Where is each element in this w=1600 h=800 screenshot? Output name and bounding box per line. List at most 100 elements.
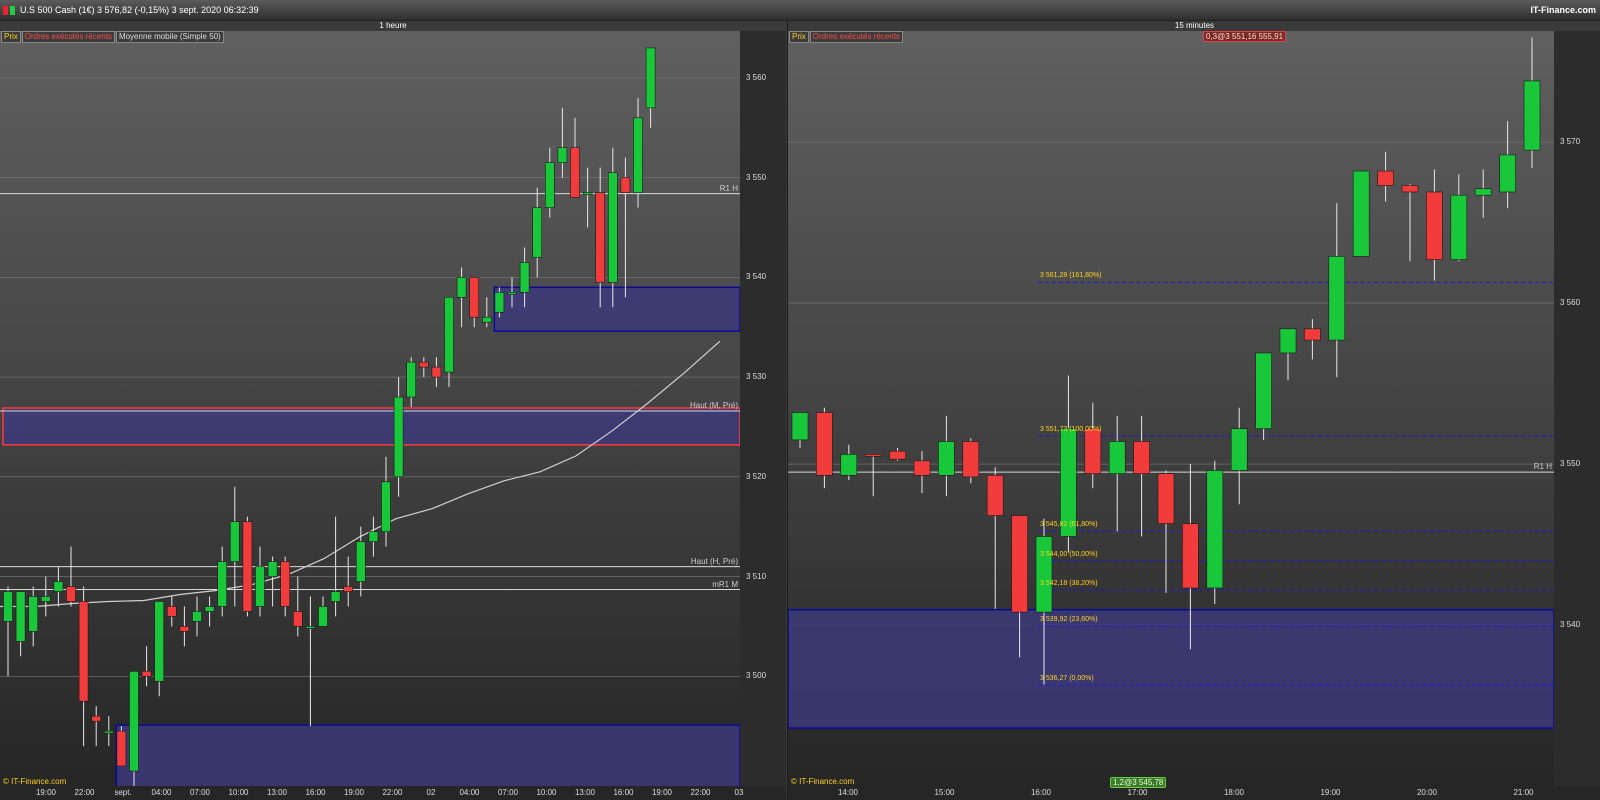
price-axis[interactable]: 3 570 3 560 3 550 3 540 [1554, 31, 1600, 786]
candle[interactable] [645, 47, 656, 109]
candle[interactable] [1255, 352, 1272, 429]
order-badge-top[interactable]: 0,3@3 551,16 555,91 [1203, 31, 1287, 42]
candle[interactable] [1499, 154, 1516, 193]
candle[interactable] [154, 601, 164, 682]
candle[interactable] [444, 296, 454, 373]
candle[interactable] [1304, 328, 1321, 341]
candle[interactable] [791, 412, 809, 441]
candle[interactable] [570, 147, 580, 198]
candle[interactable] [3, 591, 13, 622]
candle[interactable] [129, 671, 139, 772]
candle[interactable] [1133, 441, 1150, 474]
candle[interactable] [368, 531, 379, 542]
candle[interactable] [840, 454, 858, 476]
candle[interactable] [1377, 170, 1394, 186]
tab-price[interactable]: Prix [789, 31, 809, 43]
candle[interactable] [1035, 536, 1053, 613]
price-axis[interactable]: 3 560 3 550 3 540 3 530 3 520 3 510 3 500 [740, 31, 786, 786]
candlestick-chart[interactable] [788, 31, 1554, 786]
support-resistance-zone[interactable] [115, 724, 740, 786]
candle[interactable] [633, 117, 643, 193]
candle[interactable] [204, 606, 215, 612]
candle[interactable] [381, 481, 391, 532]
tab-recent-orders[interactable]: Ordres exécutés récents [809, 31, 903, 43]
candle[interactable] [1230, 428, 1248, 471]
candle[interactable] [267, 561, 278, 577]
support-resistance-zone[interactable] [788, 608, 1554, 729]
candle[interactable] [192, 611, 202, 622]
candle[interactable] [962, 441, 980, 478]
candle[interactable] [1328, 256, 1346, 341]
candle[interactable] [481, 316, 492, 323]
candle[interactable] [456, 277, 467, 298]
candlestick-chart[interactable] [0, 31, 740, 786]
price-plot-area[interactable]: R1 H Haut (M, Pré) Haut (H, Pré) mR1 M [0, 31, 740, 786]
candle[interactable] [532, 207, 543, 258]
candle[interactable] [519, 262, 530, 293]
candle[interactable] [255, 566, 265, 607]
candle[interactable] [1450, 194, 1468, 260]
candle[interactable] [1157, 473, 1175, 524]
time-axis[interactable]: 14:00 15:00 16:00 17:00 18:00 19:00 20:00 21:00 [788, 786, 1600, 800]
chart-panel-hourly[interactable]: 1 heure Prix Ordres exécutés récents Moy… [0, 21, 786, 800]
support-resistance-zone[interactable] [493, 286, 740, 332]
tab-price[interactable]: Prix [1, 31, 21, 43]
candle[interactable] [1426, 191, 1443, 260]
chart-panel-15min[interactable]: 15 minutes Prix Ordres exécutés récents … [787, 21, 1600, 800]
candle[interactable] [864, 454, 882, 457]
candle[interactable] [141, 671, 152, 677]
candle[interactable] [1352, 170, 1370, 257]
candle[interactable] [28, 596, 39, 632]
candle[interactable] [104, 730, 114, 734]
candle[interactable] [393, 396, 404, 478]
candle[interactable] [280, 561, 291, 607]
candle[interactable] [1206, 470, 1224, 589]
candle[interactable] [355, 541, 366, 582]
candle[interactable] [242, 521, 253, 612]
candle[interactable] [431, 366, 442, 378]
candle[interactable] [986, 475, 1004, 516]
candle[interactable] [1182, 523, 1199, 589]
candle[interactable] [179, 626, 190, 632]
support-resistance-zone[interactable] [2, 407, 740, 446]
candle[interactable] [1084, 428, 1102, 474]
candle[interactable] [418, 361, 429, 368]
candle[interactable] [595, 192, 606, 283]
candle[interactable] [494, 292, 505, 313]
candle[interactable] [816, 412, 833, 476]
candle[interactable] [607, 172, 618, 283]
candle[interactable] [91, 715, 101, 722]
time-axis[interactable]: 19:00 22:00 sept. 04:00 07:00 10:00 13:00 16:00… [0, 786, 786, 800]
candle[interactable] [292, 611, 303, 627]
candle[interactable] [889, 450, 906, 460]
candle[interactable] [913, 460, 931, 476]
candle[interactable] [53, 581, 64, 592]
candle[interactable] [544, 162, 555, 208]
price-plot-area[interactable]: R1 H 3 561,28 (161,80%) 3 551,73 (100,00%)… [788, 31, 1554, 786]
candle[interactable] [1011, 515, 1028, 613]
tab-recent-orders[interactable]: Ordres exécutés récents [21, 31, 115, 43]
candle[interactable] [318, 606, 328, 627]
candle[interactable] [1108, 441, 1126, 474]
candle[interactable] [1523, 80, 1541, 151]
candle[interactable] [1474, 188, 1492, 196]
candle[interactable] [167, 606, 177, 617]
candle[interactable] [15, 591, 26, 642]
candle[interactable] [469, 277, 480, 318]
candle[interactable] [582, 192, 593, 195]
candle[interactable] [938, 441, 955, 476]
candle[interactable] [1279, 328, 1297, 354]
candle[interactable] [620, 177, 631, 193]
candle[interactable] [40, 596, 51, 602]
order-badge-bottom[interactable]: 1,2@3 545,78 [1110, 777, 1167, 788]
candle[interactable] [406, 361, 417, 398]
candle[interactable] [116, 730, 127, 767]
candle[interactable] [230, 521, 240, 562]
tab-moving-average[interactable]: Moyenne mobile (Simple 50) [115, 31, 224, 43]
candle[interactable] [557, 147, 568, 163]
candle[interactable] [1060, 428, 1077, 537]
candle[interactable] [343, 586, 354, 592]
candle[interactable] [305, 626, 316, 629]
candle[interactable] [330, 591, 341, 602]
candle[interactable] [217, 561, 227, 607]
